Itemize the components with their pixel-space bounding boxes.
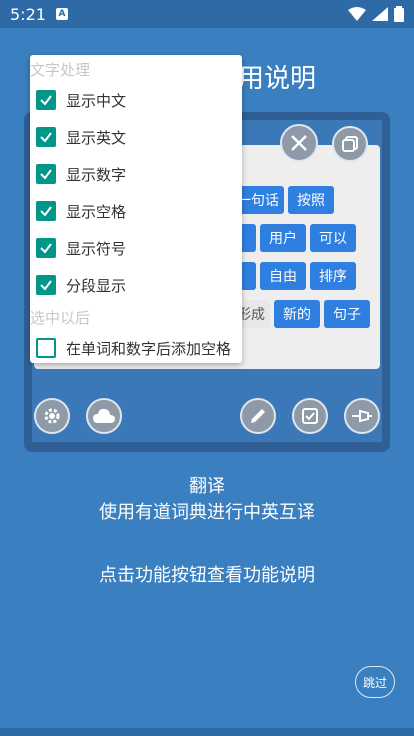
close-button[interactable] (280, 124, 318, 162)
status-icons (348, 6, 404, 22)
checkbox-checked[interactable] (36, 275, 56, 295)
checkbox-checked[interactable] (36, 90, 56, 110)
option-show-spaces[interactable]: 显示空格 (36, 198, 126, 224)
option-show-chinese[interactable]: 显示中文 (36, 87, 126, 113)
word-chip[interactable]: 排序 (310, 262, 356, 290)
battery-icon (394, 6, 404, 22)
option-paragraph-display[interactable]: 分段显示 (36, 272, 126, 298)
word-chip[interactable] (240, 224, 256, 252)
cloud-button[interactable] (86, 398, 122, 434)
checkbox-checked[interactable] (36, 238, 56, 258)
feature-name: 翻译 (189, 476, 225, 497)
pin-button[interactable] (344, 398, 380, 434)
copy-button[interactable] (332, 126, 368, 162)
check-icon (40, 132, 52, 143)
option-label: 在单词和数字后添加空格 (66, 339, 232, 358)
word-chip[interactable]: 新的 (274, 300, 320, 328)
nav-bar (0, 728, 414, 736)
word-chip[interactable] (240, 262, 256, 290)
option-label: 显示中文 (66, 91, 127, 110)
check-icon (40, 95, 52, 106)
option-show-numbers[interactable]: 显示数字 (36, 161, 126, 187)
word-chip[interactable]: 可以 (310, 224, 356, 252)
pin-icon (352, 409, 372, 423)
option-label: 显示符号 (66, 239, 127, 258)
checkbox-icon (302, 408, 318, 424)
cloud-icon (93, 408, 115, 423)
check-icon (40, 206, 52, 217)
option-show-english[interactable]: 显示英文 (36, 124, 126, 150)
hint-text: 点击功能按钮查看功能说明 (99, 565, 315, 586)
feature-description: 使用有道词典进行中英互译 (99, 502, 315, 523)
checkbox-checked[interactable] (36, 127, 56, 147)
option-label: 显示英文 (66, 128, 127, 147)
checkbox-checked[interactable] (36, 164, 56, 184)
option-show-symbols[interactable]: 显示符号 (36, 235, 126, 261)
text-processing-menu: 文字处理 显示中文 显示英文 显示数字 显示空格 显示符号 分段显示 选中以后 … (30, 55, 242, 363)
gear-icon (44, 408, 60, 424)
checkbox-unchecked[interactable] (36, 338, 56, 358)
option-label: 分段显示 (66, 276, 127, 295)
word-chip[interactable]: 句子 (324, 300, 370, 328)
section-title-after-select: 选中以后 (30, 309, 91, 327)
check-icon (40, 169, 52, 180)
word-chip[interactable]: 用户 (260, 224, 306, 252)
page-title: 用说明 (238, 64, 317, 94)
word-chip[interactable]: 自由 (260, 262, 306, 290)
option-add-space[interactable]: 在单词和数字后添加空格 (36, 335, 231, 361)
section-title-text-processing: 文字处理 (30, 61, 91, 79)
notification-icon: A (55, 8, 68, 20)
edit-button[interactable] (240, 398, 276, 434)
wifi-icon (348, 7, 366, 21)
settings-button[interactable] (34, 398, 70, 434)
close-icon (291, 135, 307, 151)
pencil-icon (251, 409, 265, 423)
check-icon (40, 243, 52, 254)
signal-icon (372, 7, 388, 21)
select-button[interactable] (292, 398, 328, 434)
checkbox-checked[interactable] (36, 201, 56, 221)
option-label: 显示数字 (66, 165, 127, 184)
option-label: 显示空格 (66, 202, 127, 221)
status-time: 5:21 (10, 4, 46, 24)
status-bar: 5:21 A (0, 0, 414, 28)
check-icon (40, 280, 52, 291)
copy-icon (342, 136, 358, 152)
word-chip[interactable]: 按照 (288, 186, 334, 214)
skip-button[interactable]: 跳过 (355, 666, 395, 698)
